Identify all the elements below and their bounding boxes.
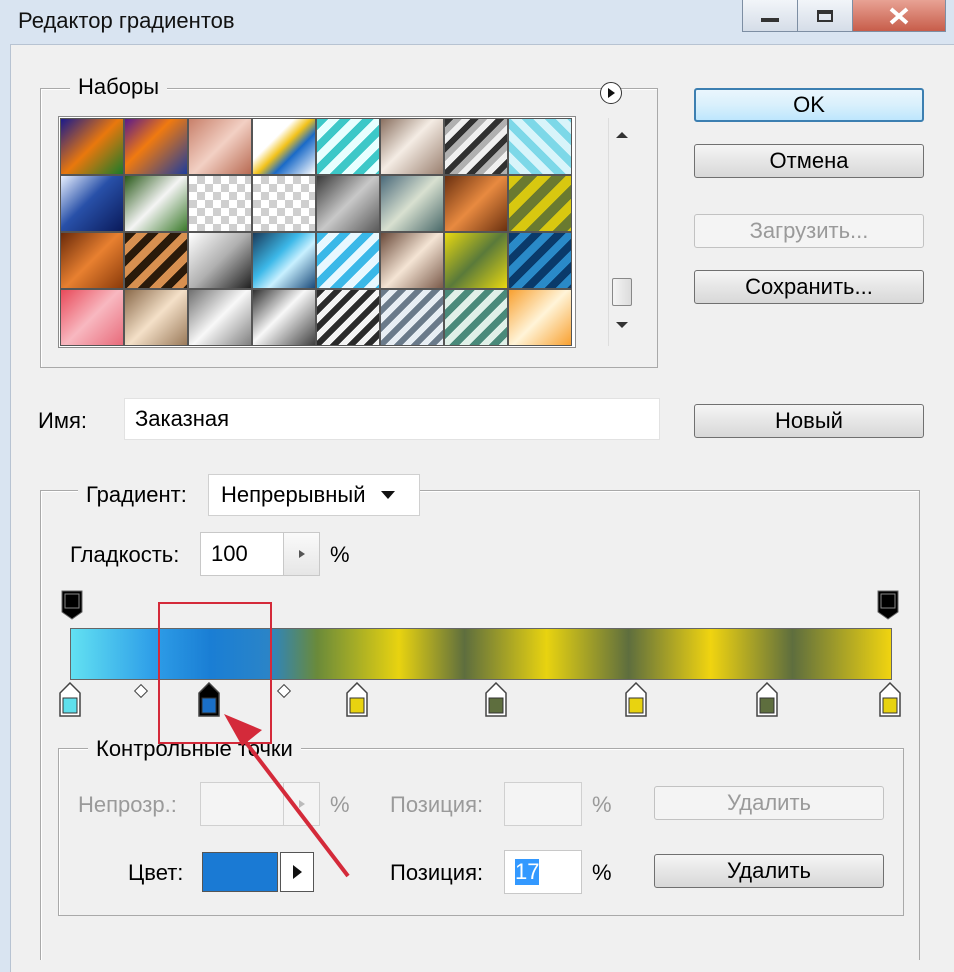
swatch-scrollbar[interactable]	[608, 118, 637, 346]
close-icon	[889, 6, 909, 25]
color-position-unit: %	[592, 860, 612, 885]
gradient-preset-swatch[interactable]	[380, 232, 444, 289]
gradient-preset-swatch[interactable]	[188, 118, 252, 175]
color-position-label: Позиция:	[390, 860, 484, 885]
color-label: Цвет:	[128, 860, 184, 885]
midpoint-diamond[interactable]	[277, 683, 292, 699]
scroll-up-icon[interactable]	[614, 130, 630, 140]
gradient-preset-swatch[interactable]	[444, 175, 508, 232]
window-frame	[0, 44, 11, 972]
maximize-button[interactable]	[797, 0, 853, 32]
maximize-icon	[817, 9, 833, 22]
color-stop[interactable]	[624, 681, 648, 723]
opacity-position-label: Позиция:	[390, 792, 484, 817]
load-button[interactable]: Загрузить...	[694, 214, 924, 248]
color-position-value: 17	[515, 859, 540, 885]
color-stop-icon	[879, 681, 901, 717]
color-position-input[interactable]: 17	[504, 850, 582, 894]
color-stop[interactable]	[484, 681, 508, 723]
gradient-preset-swatch[interactable]	[252, 289, 316, 346]
gradient-preset-swatch[interactable]	[316, 289, 380, 346]
smoothness-stepper[interactable]	[284, 532, 320, 576]
gradient-preset-swatch[interactable]	[124, 232, 188, 289]
gradient-preset-swatch[interactable]	[380, 289, 444, 346]
gradient-preset-swatch[interactable]	[60, 175, 124, 232]
opacity-stop-icon	[877, 590, 899, 620]
gradient-preset-swatch[interactable]	[60, 118, 124, 175]
gradient-type-label: Градиент:	[78, 482, 222, 516]
color-stop-icon	[625, 681, 647, 717]
opacity-delete-button[interactable]: Удалить	[654, 786, 884, 820]
window-title: Редактор градиентов	[18, 8, 235, 33]
minimize-button[interactable]	[742, 0, 798, 32]
color-stop[interactable]	[755, 681, 779, 723]
gradient-preset-swatch[interactable]	[124, 175, 188, 232]
gradient-preset-swatch[interactable]	[316, 232, 380, 289]
gradient-preset-swatch[interactable]	[124, 289, 188, 346]
color-stop-icon	[756, 681, 778, 717]
smoothness-input[interactable]: 100	[200, 532, 284, 576]
gradient-preset-swatch[interactable]	[444, 232, 508, 289]
close-button[interactable]	[852, 0, 946, 32]
opacity-stop[interactable]	[61, 590, 83, 625]
gradient-preset-swatch[interactable]	[316, 175, 380, 232]
save-button[interactable]: Сохранить...	[694, 270, 924, 304]
color-stop[interactable]	[878, 681, 902, 723]
gradient-preset-swatch[interactable]	[316, 118, 380, 175]
annotation-arrow	[224, 714, 350, 878]
name-label: Имя:	[38, 408, 87, 433]
new-button[interactable]: Новый	[694, 404, 924, 438]
gradient-preset-swatch[interactable]	[508, 232, 572, 289]
gradient-preset-swatch[interactable]	[508, 118, 572, 175]
opacity-position-input[interactable]	[504, 782, 582, 826]
gradient-preset-swatch[interactable]	[444, 289, 508, 346]
scroll-thumb[interactable]	[612, 278, 632, 306]
opacity-position-unit: %	[592, 792, 612, 817]
gradient-preset-swatch[interactable]	[444, 118, 508, 175]
color-stop-icon	[485, 681, 508, 717]
gradient-preset-swatch[interactable]	[380, 118, 444, 175]
color-delete-button[interactable]: Удалить	[654, 854, 884, 888]
play-icon	[608, 88, 615, 98]
color-stop-icon	[59, 681, 81, 717]
smoothness-label: Гладкость:	[70, 542, 180, 567]
triangle-right-icon	[298, 550, 305, 558]
gradient-preset-swatch[interactable]	[188, 175, 252, 232]
opacity-stop-icon	[61, 590, 83, 620]
control-points-group	[58, 748, 904, 916]
gradient-preset-swatch[interactable]	[252, 118, 316, 175]
gradient-preset-swatch[interactable]	[188, 232, 252, 289]
presets-menu-button[interactable]	[600, 82, 622, 104]
gradient-preset-swatch[interactable]	[188, 289, 252, 346]
presets-legend: Наборы	[70, 74, 168, 100]
gradient-preset-swatch[interactable]	[252, 232, 316, 289]
gradient-preset-swatch[interactable]	[60, 289, 124, 346]
cancel-button[interactable]: Отмена	[694, 144, 924, 178]
gradient-preset-swatch[interactable]	[60, 232, 124, 289]
gradient-type-select[interactable]: Непрерывный	[208, 474, 420, 516]
scroll-down-icon[interactable]	[614, 320, 630, 330]
minimize-icon	[761, 17, 779, 22]
gradient-preset-swatch[interactable]	[124, 118, 188, 175]
gradient-preset-swatch[interactable]	[252, 175, 316, 232]
color-stop[interactable]	[58, 681, 82, 723]
smoothness-unit: %	[330, 542, 350, 567]
name-input[interactable]: Заказная	[124, 398, 660, 440]
opacity-stop[interactable]	[877, 590, 899, 625]
chevron-down-icon	[380, 491, 395, 499]
gradient-preset-swatch[interactable]	[380, 175, 444, 232]
opacity-label: Непрозр.:	[78, 792, 177, 817]
swatch-grid	[60, 118, 572, 346]
midpoint-diamond[interactable]	[133, 683, 148, 699]
gradient-preset-swatch[interactable]	[508, 175, 572, 232]
gradient-preset-swatch[interactable]	[508, 289, 572, 346]
gradient-type-value: Непрерывный	[221, 482, 366, 507]
ok-button[interactable]: OK	[694, 88, 924, 122]
